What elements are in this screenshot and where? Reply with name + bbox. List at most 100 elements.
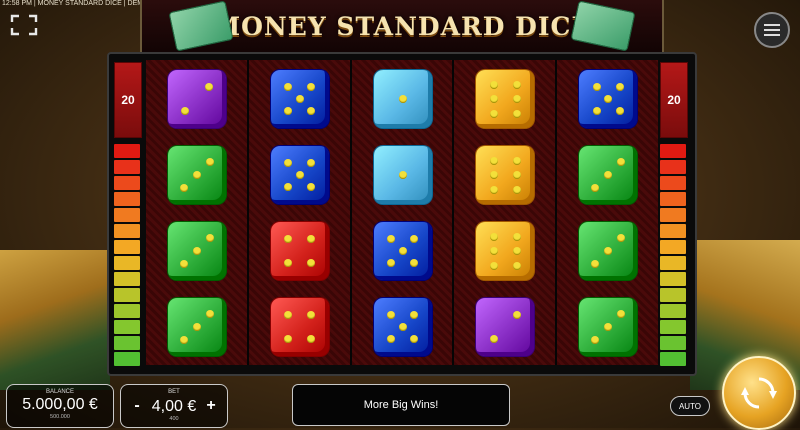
die-symbol <box>168 222 226 280</box>
die-symbol <box>476 298 535 356</box>
die-pip <box>284 235 293 244</box>
hamburger-menu-icon <box>764 24 780 36</box>
die-pip <box>307 106 316 115</box>
die-pip <box>307 334 316 343</box>
meter-segment <box>660 176 686 190</box>
reel-column <box>246 60 350 365</box>
die-pip <box>512 171 521 179</box>
die-pip <box>193 247 201 255</box>
meter-segment <box>660 240 686 254</box>
payline-indicator-right: 20 <box>660 62 688 367</box>
die-pip <box>616 158 625 167</box>
title-banner: MONEY STANDARD DICE <box>140 0 664 54</box>
die-pip <box>512 109 521 118</box>
die-pip <box>205 310 214 319</box>
die-pip <box>489 171 498 179</box>
meter-segment <box>660 272 686 286</box>
die-pip <box>284 334 293 343</box>
meter-segment <box>660 304 686 318</box>
game-title: MONEY STANDARD DICE <box>212 11 592 41</box>
fullscreen-icon[interactable] <box>10 14 38 36</box>
die-symbol <box>168 70 226 128</box>
reel-column <box>452 60 556 365</box>
meter-segment <box>660 224 686 238</box>
die-pip <box>410 334 419 343</box>
die-pip <box>489 334 498 343</box>
die-pip <box>615 106 624 115</box>
balance-label: BALANCE <box>45 389 74 395</box>
message-panel: More Big Wins! <box>292 384 510 426</box>
die-pip <box>284 311 293 320</box>
die-pip <box>604 95 613 103</box>
die-symbol <box>579 298 638 356</box>
bet-control: - BET 4,00 € 400 + <box>120 384 228 428</box>
die-pip <box>616 234 625 243</box>
die-pip <box>512 95 521 103</box>
die-pip <box>386 334 395 343</box>
reel-column <box>146 60 247 365</box>
die-pip <box>489 261 498 270</box>
meter-segment <box>660 320 686 334</box>
die-pip <box>604 247 613 255</box>
die-pip <box>489 232 498 241</box>
die-pip <box>604 323 613 331</box>
die-pip <box>410 235 419 244</box>
die-pip <box>489 95 498 103</box>
die-symbol <box>579 146 638 204</box>
meter-segment <box>114 336 140 350</box>
auto-play-button[interactable]: AUTO <box>670 396 710 416</box>
meter-segment <box>114 352 140 366</box>
die-symbol <box>579 222 638 280</box>
meter-segment <box>114 192 140 206</box>
die-pip <box>489 247 498 255</box>
die-symbol <box>168 146 226 204</box>
die-pip <box>398 323 407 331</box>
money-stack-icon <box>168 0 234 52</box>
meter-segment <box>660 192 686 206</box>
die-pip <box>489 109 498 118</box>
meter-segment <box>660 256 686 270</box>
die-symbol <box>270 70 329 128</box>
die-symbol <box>373 222 432 280</box>
meter-segment <box>660 208 686 222</box>
payline-indicator-left: 20 <box>114 62 142 367</box>
reel-column <box>555 60 658 365</box>
die-pip <box>307 258 316 267</box>
die-pip <box>180 335 189 344</box>
die-pip <box>204 83 213 92</box>
die-pip <box>398 171 407 179</box>
die-pip <box>205 158 214 167</box>
die-pip <box>489 80 498 89</box>
meter-segment <box>114 240 140 254</box>
meter-segment <box>660 144 686 158</box>
die-symbol <box>373 70 432 128</box>
die-pip <box>591 183 600 192</box>
spin-arrows-icon <box>741 377 777 409</box>
meter-segment <box>114 304 140 318</box>
die-pip <box>284 182 293 191</box>
menu-button[interactable] <box>754 12 790 48</box>
die-symbol <box>270 298 329 356</box>
die-pip <box>592 106 601 115</box>
die-pip <box>295 95 304 103</box>
die-symbol <box>373 298 432 356</box>
die-pip <box>604 171 613 179</box>
die-pip <box>512 261 521 270</box>
die-pip <box>181 106 190 115</box>
die-pip <box>307 311 316 320</box>
bet-sub: 400 <box>169 416 179 422</box>
meter-segment <box>114 256 140 270</box>
die-pip <box>284 83 293 92</box>
die-pip <box>410 311 419 320</box>
balance-value: 5.000,00 € <box>22 396 98 413</box>
die-pip <box>615 83 624 92</box>
die-pip <box>616 310 625 319</box>
bet-increase-button[interactable]: + <box>203 397 219 415</box>
spin-button[interactable] <box>722 356 796 430</box>
meter-segment <box>660 288 686 302</box>
meter-segment <box>660 160 686 174</box>
die-symbol <box>168 298 226 356</box>
balance-display: BALANCE 5.000,00 € 500.000 <box>6 384 114 428</box>
meter-segment <box>114 224 140 238</box>
meter-segment <box>114 160 140 174</box>
